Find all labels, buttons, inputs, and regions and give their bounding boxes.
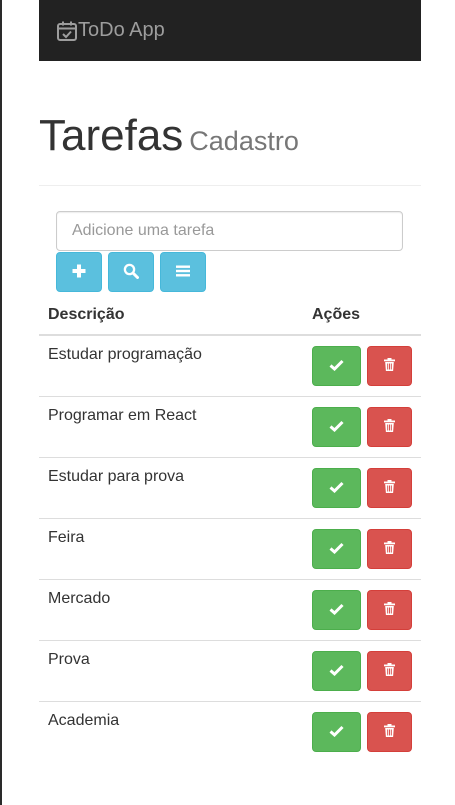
task-description: Mercado bbox=[39, 579, 303, 641]
trash-icon bbox=[384, 358, 395, 374]
task-description: Estudar para prova bbox=[39, 457, 303, 519]
delete-task-button[interactable] bbox=[367, 346, 412, 386]
page-header: Tarefas Cadastro bbox=[39, 108, 421, 186]
window-left-border bbox=[0, 0, 2, 805]
check-icon bbox=[329, 725, 344, 740]
delete-task-button[interactable] bbox=[367, 468, 412, 508]
calendar-check-icon bbox=[56, 20, 78, 42]
table-row: Programar em React bbox=[39, 396, 421, 458]
delete-task-button[interactable] bbox=[367, 590, 412, 630]
table-row: Feira bbox=[39, 518, 421, 580]
complete-task-button[interactable] bbox=[312, 590, 361, 630]
task-description: Prova bbox=[39, 640, 303, 702]
table-row: Estudar programação bbox=[39, 335, 421, 397]
brand-label: ToDo App bbox=[78, 19, 165, 41]
task-description: Feira bbox=[39, 518, 303, 580]
table-header-row: Descrição Ações bbox=[39, 299, 421, 336]
trash-icon bbox=[384, 541, 395, 557]
complete-task-button[interactable] bbox=[312, 407, 361, 447]
table-row: Mercado bbox=[39, 579, 421, 641]
table-row: Prova bbox=[39, 640, 421, 702]
search-icon bbox=[123, 263, 139, 282]
task-actions bbox=[303, 579, 421, 641]
app-container: ToDo App Tarefas Cadastro Adicione uma t… bbox=[39, 0, 421, 762]
check-icon bbox=[329, 420, 344, 435]
complete-task-button[interactable] bbox=[312, 346, 361, 386]
add-button[interactable] bbox=[56, 252, 102, 292]
check-icon bbox=[329, 603, 344, 618]
task-actions bbox=[303, 518, 421, 580]
search-button[interactable] bbox=[108, 252, 154, 292]
table-row: Estudar para prova bbox=[39, 457, 421, 519]
delete-task-button[interactable] bbox=[367, 712, 412, 752]
task-table: Descrição Ações Estudar programação Progr… bbox=[39, 299, 421, 762]
task-input[interactable] bbox=[56, 211, 403, 251]
task-description: Academia bbox=[39, 701, 303, 762]
check-icon bbox=[329, 359, 344, 374]
page-subtitle: Cadastro bbox=[189, 126, 299, 156]
task-action-group bbox=[312, 407, 412, 447]
trash-icon bbox=[384, 724, 395, 740]
trash-icon bbox=[384, 480, 395, 496]
task-description: Programar em React bbox=[39, 396, 303, 458]
delete-task-button[interactable] bbox=[367, 529, 412, 569]
complete-task-button[interactable] bbox=[312, 529, 361, 569]
task-action-group bbox=[312, 346, 412, 386]
task-action-group bbox=[312, 529, 412, 569]
menu-icon bbox=[176, 264, 190, 281]
task-action-group bbox=[312, 712, 412, 752]
page-title-text: Tarefas bbox=[39, 111, 184, 160]
todo-form bbox=[39, 186, 421, 292]
delete-task-button[interactable] bbox=[367, 651, 412, 691]
plus-icon bbox=[72, 264, 86, 281]
task-actions bbox=[303, 640, 421, 702]
task-description: Estudar programação bbox=[48, 346, 202, 363]
trash-icon bbox=[384, 663, 395, 679]
clear-button[interactable] bbox=[160, 252, 206, 292]
task-list: Estudar programação Programar em React Est… bbox=[39, 335, 421, 762]
navbar: ToDo App bbox=[39, 0, 421, 61]
column-header-actions: Ações bbox=[303, 299, 421, 336]
table-row: Academia bbox=[39, 701, 421, 762]
complete-task-button[interactable] bbox=[312, 468, 361, 508]
trash-icon bbox=[384, 602, 395, 618]
complete-task-button[interactable] bbox=[312, 651, 361, 691]
task-action-group bbox=[312, 651, 412, 691]
complete-task-button[interactable] bbox=[312, 712, 361, 752]
check-icon bbox=[329, 481, 344, 496]
task-action-group bbox=[312, 590, 412, 630]
task-actions bbox=[303, 396, 421, 458]
form-button-row bbox=[56, 252, 403, 292]
column-header-description: Descrição bbox=[39, 299, 303, 336]
check-icon bbox=[329, 542, 344, 557]
task-actions bbox=[303, 335, 421, 397]
page-title: Tarefas Cadastro bbox=[39, 108, 421, 169]
task-actions bbox=[303, 701, 421, 762]
trash-icon bbox=[384, 419, 395, 435]
task-action-group bbox=[312, 468, 412, 508]
delete-task-button[interactable] bbox=[367, 407, 412, 447]
task-actions bbox=[303, 457, 421, 519]
navbar-brand[interactable]: ToDo App bbox=[56, 19, 165, 42]
check-icon bbox=[329, 664, 344, 679]
